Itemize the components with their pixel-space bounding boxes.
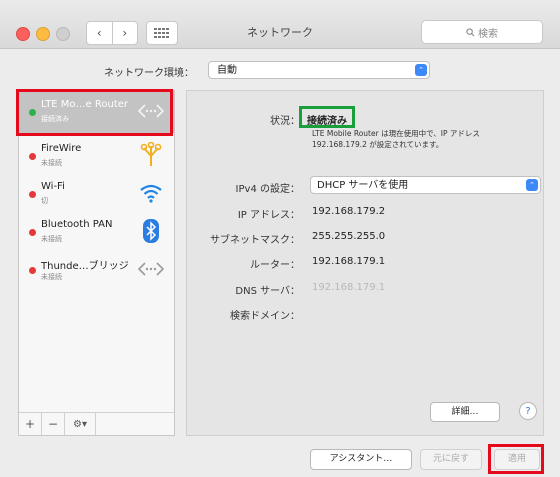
back-button[interactable]: ‹: [86, 21, 113, 45]
status-dot-red: [29, 191, 36, 198]
service-item-wifi[interactable]: Wi-Fi 切: [19, 173, 174, 215]
subnet-mask-label: サブネットマスク：: [210, 235, 300, 246]
advanced-button[interactable]: 詳細…: [430, 402, 500, 422]
close-window-button[interactable]: [16, 27, 30, 41]
window-title: ネットワーク: [247, 26, 313, 39]
title-bar: ‹ › ネットワーク 検索: [0, 0, 560, 49]
add-service-button[interactable]: +: [19, 413, 42, 435]
service-status: 未接続: [41, 235, 62, 243]
service-name: FireWire: [41, 143, 82, 154]
location-select[interactable]: 自動 ⌃: [208, 61, 430, 79]
service-list: LTE Mo…e Router 接続済み FireWire 未接続 Wi-Fi …: [18, 90, 175, 436]
dns-server-label: DNS サーバ：: [235, 286, 300, 297]
search-domain-label: 検索ドメイン：: [230, 311, 300, 322]
help-button[interactable]: ?: [519, 402, 537, 420]
service-status: 未接続: [41, 159, 62, 167]
router-value: 192.168.179.1: [312, 256, 386, 267]
bluetooth-icon: [138, 218, 164, 244]
service-status: 切: [41, 197, 48, 205]
service-item-bluetooth-pan[interactable]: Bluetooth PAN 未接続: [19, 211, 174, 253]
status-label: 状況：: [270, 116, 300, 127]
status-description: LTE Mobile Router は現在使用中で、IP アドレス 192.16…: [312, 129, 480, 149]
highlight-box-status: [299, 106, 355, 128]
nav-buttons: ‹ ›: [86, 21, 138, 45]
chevron-right-icon: ›: [122, 26, 128, 40]
forward-button[interactable]: ›: [112, 21, 138, 45]
location-value: 自動: [217, 65, 237, 76]
firewire-icon: [138, 142, 164, 168]
ip-address-value: 192.168.179.2: [312, 206, 386, 217]
status-dot-red: [29, 153, 36, 160]
assistant-button[interactable]: アシスタント…: [310, 449, 412, 470]
ipv4-label: IPv4 の設定：: [235, 184, 300, 195]
popup-stepper-icon: ⌃: [526, 179, 538, 191]
service-item-firewire[interactable]: FireWire 未接続: [19, 135, 174, 177]
chevron-left-icon: ‹: [96, 26, 102, 40]
status-dot-red: [29, 267, 36, 274]
location-label: ネットワーク環境：: [104, 68, 194, 79]
search-icon: [466, 27, 475, 36]
remove-service-button[interactable]: −: [42, 413, 65, 435]
grid-icon: [154, 28, 169, 38]
ethernet-arrows-icon: [138, 256, 164, 282]
gear-menu-button[interactable]: ⚙▾: [65, 413, 96, 435]
show-all-button[interactable]: [146, 21, 178, 45]
ip-address-label: IP アドレス：: [237, 210, 300, 221]
ipv4-config-select[interactable]: DHCP サーバを使用 ⌃: [310, 176, 541, 194]
service-name: Bluetooth PAN: [41, 219, 113, 230]
highlight-box-lte: [16, 89, 173, 136]
service-status: 未接続: [41, 273, 62, 281]
minimize-window-button[interactable]: [36, 27, 50, 41]
ipv4-config-value: DHCP サーバを使用: [317, 180, 409, 191]
service-name: Wi-Fi: [41, 181, 65, 192]
popup-stepper-icon: ⌃: [415, 64, 427, 76]
service-name: Thunde…ブリッジ: [41, 261, 129, 272]
wifi-icon: [138, 180, 164, 206]
router-label: ルーター：: [250, 260, 300, 271]
network-preferences-window: ‹ › ネットワーク 検索 ネットワーク環境： 自動 ⌃ LTE Mo…e Ro…: [0, 0, 560, 477]
service-item-thunderbolt-bridge[interactable]: Thunde…ブリッジ 未接続: [19, 249, 174, 291]
revert-button[interactable]: 元に戻す: [420, 449, 482, 470]
sidebar-toolbar: + − ⚙▾: [19, 412, 174, 435]
zoom-window-button[interactable]: [56, 27, 70, 41]
status-dot-red: [29, 229, 36, 236]
search-placeholder: 検索: [478, 28, 498, 40]
subnet-mask-value: 255.255.255.0: [312, 231, 386, 242]
dns-server-value: 192.168.179.1: [312, 282, 386, 293]
search-field[interactable]: 検索: [421, 20, 543, 44]
highlight-box-apply: [488, 444, 544, 474]
